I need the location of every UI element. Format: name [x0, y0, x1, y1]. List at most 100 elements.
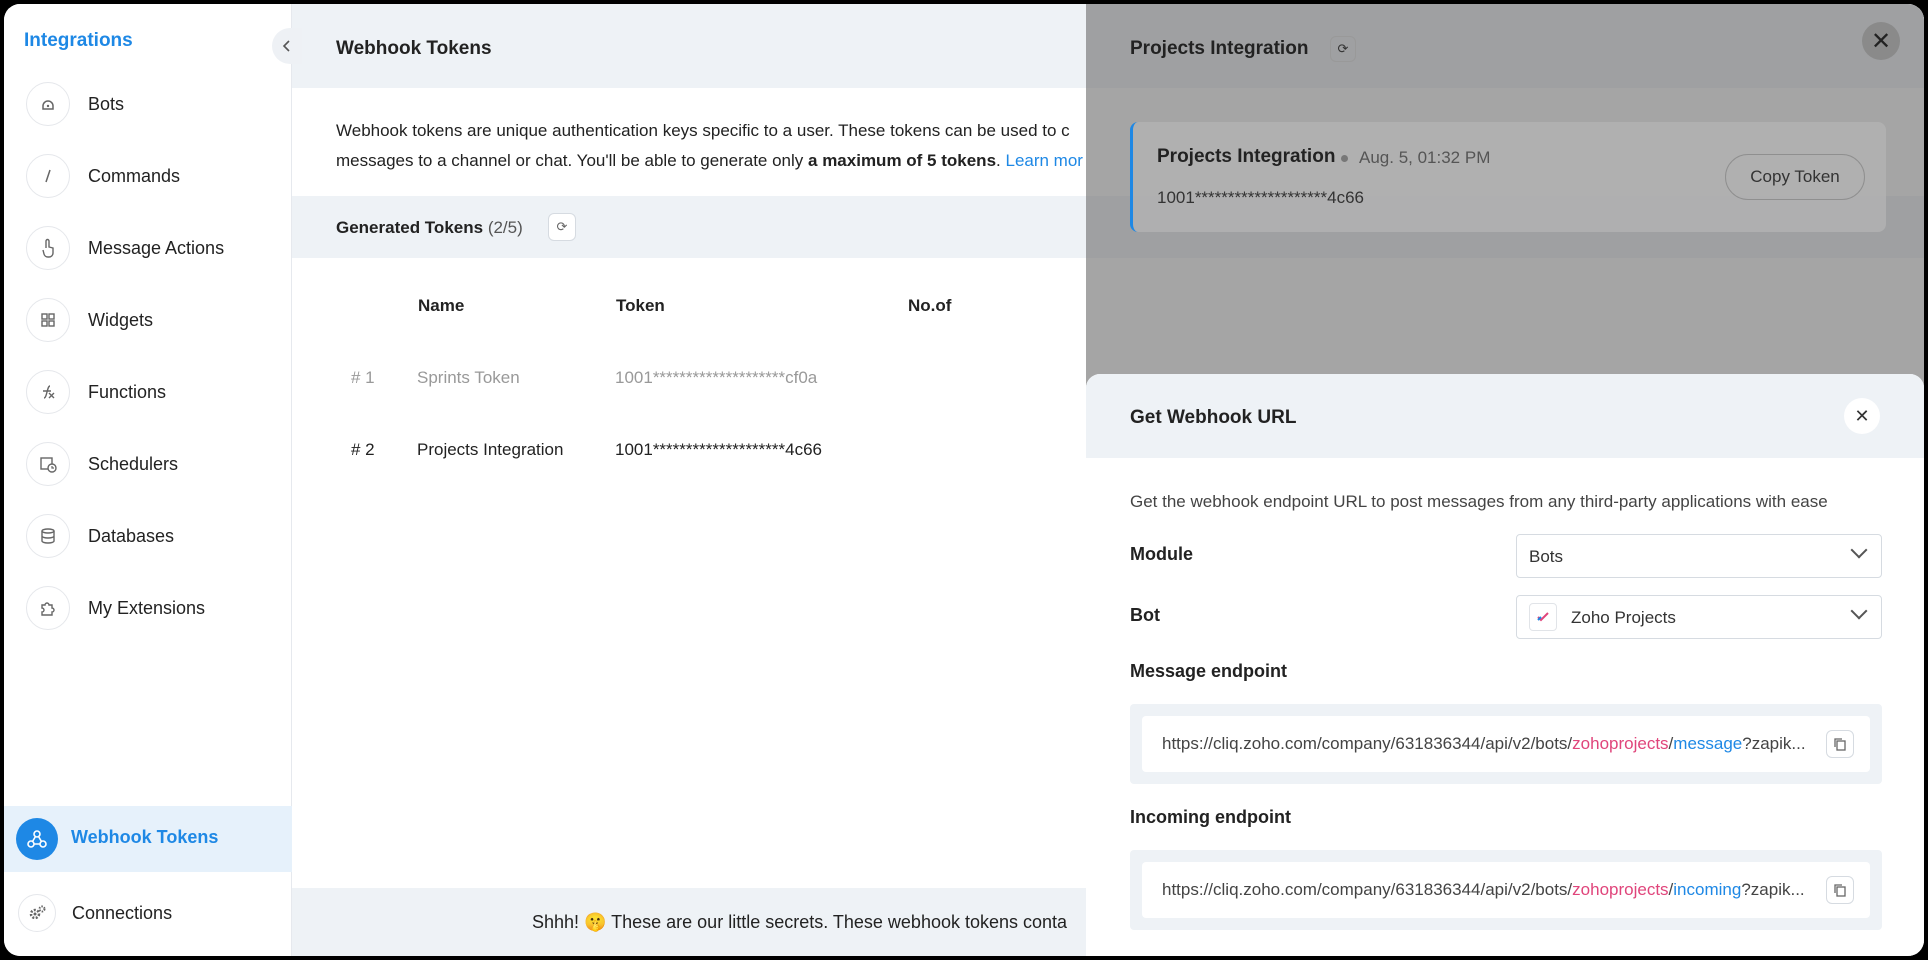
panel-refresh-button[interactable]: ⟳ — [1330, 36, 1356, 62]
bot-select-value: Zoho Projects — [1571, 608, 1676, 627]
sidebar-item-bots[interactable]: Bots — [26, 76, 124, 132]
url-rest: ?zapik... — [1742, 734, 1806, 753]
bot-icon — [26, 82, 70, 126]
incoming-endpoint-field: https://cliq.zoho.com/company/631836344/… — [1130, 850, 1882, 930]
puzzle-icon — [26, 586, 70, 630]
sidebar-item-schedulers[interactable]: Schedulers — [26, 436, 178, 492]
sidebar-item-label: Databases — [88, 525, 175, 546]
zoho-projects-logo-icon — [1529, 603, 1557, 631]
page-title: Webhook Tokens — [336, 38, 492, 59]
copy-message-endpoint-button[interactable] — [1826, 730, 1854, 758]
function-icon — [26, 370, 70, 414]
webhook-icon — [16, 818, 58, 860]
panel-header: Projects Integration ⟳ — [1086, 4, 1924, 88]
sidebar-item-functions[interactable]: Functions — [26, 364, 166, 420]
sidebar-item-label: Functions — [88, 381, 167, 402]
copy-icon — [1834, 884, 1846, 897]
sidebar: Integrations Bots Commands Message Actio… — [4, 4, 292, 956]
bot-label: Bot — [1130, 605, 1160, 625]
sidebar-item-label: Webhook Tokens — [71, 827, 219, 847]
slash-icon — [26, 154, 70, 198]
separator-dot — [1341, 155, 1348, 162]
sidebar-item-widgets[interactable]: Widgets — [26, 292, 153, 348]
sidebar-item-label: Commands — [88, 165, 181, 186]
close-icon: ✕ — [1854, 405, 1870, 426]
calendar-clock-icon — [26, 442, 70, 486]
incoming-endpoint-label: Incoming endpoint — [1130, 807, 1291, 827]
token-card-date: Aug. 5, 01:32 PM — [1359, 148, 1491, 167]
generated-tokens-count: (2/5) — [487, 218, 523, 237]
gears-icon — [18, 894, 56, 932]
token-card-value: 1001********************4c66 — [1157, 188, 1364, 207]
message-endpoint-box: https://cliq.zoho.com/company/631836344/… — [1142, 716, 1870, 772]
sidebar-item-my-extensions[interactable]: My Extensions — [26, 580, 205, 636]
sidebar-item-label: Widgets — [88, 309, 154, 330]
app-window: Integrations Bots Commands Message Actio… — [4, 4, 1924, 956]
row-name: Projects Integration — [417, 440, 564, 459]
panel-close-button[interactable]: ✕ — [1862, 22, 1900, 60]
footer-text: Shhh! 🤫 These are our little secrets. Th… — [532, 912, 1068, 932]
row-token: 1001********************4c66 — [615, 440, 822, 459]
sidebar-item-message-actions[interactable]: Message Actions — [26, 220, 224, 276]
description-text: Webhook tokens are unique authentication… — [336, 121, 1070, 140]
sidebar-item-label: Bots — [88, 93, 125, 114]
token-card-name: Projects Integration — [1157, 146, 1336, 167]
module-select-value: Bots — [1529, 547, 1564, 566]
message-endpoint-url[interactable]: https://cliq.zoho.com/company/631836344/… — [1162, 734, 1812, 754]
learn-more-link[interactable]: Learn mor — [1005, 151, 1082, 170]
hand-pointer-icon — [26, 226, 70, 270]
modal-title: Get Webhook URL — [1130, 407, 1297, 428]
sidebar-item-webhook-tokens[interactable]: Webhook Tokens — [4, 806, 292, 872]
description-text: messages to a channel or chat. You'll be… — [336, 151, 809, 170]
row-number: # 2 — [351, 440, 375, 459]
url-type: message — [1673, 734, 1743, 753]
column-header-count: No.of — [908, 296, 952, 315]
close-icon: ✕ — [1870, 27, 1892, 55]
copy-icon — [1834, 738, 1846, 751]
modal-header: Get Webhook URL ✕ — [1086, 374, 1924, 458]
refresh-icon: ⟳ — [556, 219, 568, 234]
description-bold: a maximum of 5 tokens — [808, 151, 997, 170]
bot-select[interactable]: Zoho Projects — [1516, 595, 1882, 639]
sidebar-collapse-button[interactable] — [272, 28, 302, 64]
url-type: incoming — [1673, 880, 1742, 899]
sidebar-item-label: Message Actions — [88, 237, 225, 258]
chevron-left-icon — [282, 40, 290, 52]
modal-close-button[interactable]: ✕ — [1844, 398, 1880, 434]
url-bot: zohoprojects — [1572, 880, 1669, 899]
row-name: Sprints Token — [417, 368, 520, 387]
token-card: Projects Integration Aug. 5, 01:32 PM 10… — [1130, 122, 1886, 232]
url-bot: zohoprojects — [1572, 734, 1669, 753]
get-webhook-url-modal: Get Webhook URL ✕ Get the webhook endpoi… — [1086, 374, 1924, 956]
column-header-token: Token — [616, 296, 665, 315]
url-base: https://cliq.zoho.com/company/631836344/… — [1162, 880, 1573, 899]
sidebar-item-label: Connections — [72, 902, 173, 923]
row-number: # 1 — [351, 368, 375, 387]
database-icon — [26, 514, 70, 558]
url-base: https://cliq.zoho.com/company/631836344/… — [1162, 734, 1573, 753]
refresh-icon: ⟳ — [1337, 41, 1349, 56]
column-header-name: Name — [418, 296, 465, 315]
page-description: Webhook tokens are unique authentication… — [336, 116, 1096, 176]
row-token: 1001********************cf0a — [615, 368, 818, 387]
panel-title: Projects Integration — [1130, 38, 1309, 59]
sidebar-item-commands[interactable]: Commands — [26, 148, 180, 204]
url-rest: ?zapik... — [1741, 880, 1805, 899]
grid-icon — [26, 298, 70, 342]
refresh-tokens-button[interactable]: ⟳ — [548, 213, 576, 241]
sidebar-item-label: My Extensions — [88, 597, 206, 618]
modal-subtitle: Get the webhook endpoint URL to post mes… — [1130, 492, 1828, 511]
sidebar-item-databases[interactable]: Databases — [26, 508, 174, 564]
chevron-down-icon — [1850, 602, 1868, 620]
incoming-endpoint-box: https://cliq.zoho.com/company/631836344/… — [1142, 862, 1870, 918]
sidebar-item-label: Schedulers — [88, 453, 179, 474]
sidebar-item-connections[interactable]: Connections — [18, 894, 172, 932]
module-select[interactable]: Bots — [1516, 534, 1882, 578]
copy-token-button[interactable]: Copy Token — [1725, 154, 1865, 200]
module-label: Module — [1130, 544, 1193, 564]
message-endpoint-label: Message endpoint — [1130, 661, 1288, 681]
incoming-endpoint-url[interactable]: https://cliq.zoho.com/company/631836344/… — [1162, 880, 1812, 900]
generated-tokens-title: Generated Tokens (2/5) — [336, 218, 523, 238]
copy-incoming-endpoint-button[interactable] — [1826, 876, 1854, 904]
generated-tokens-label: Generated Tokens — [336, 218, 484, 237]
